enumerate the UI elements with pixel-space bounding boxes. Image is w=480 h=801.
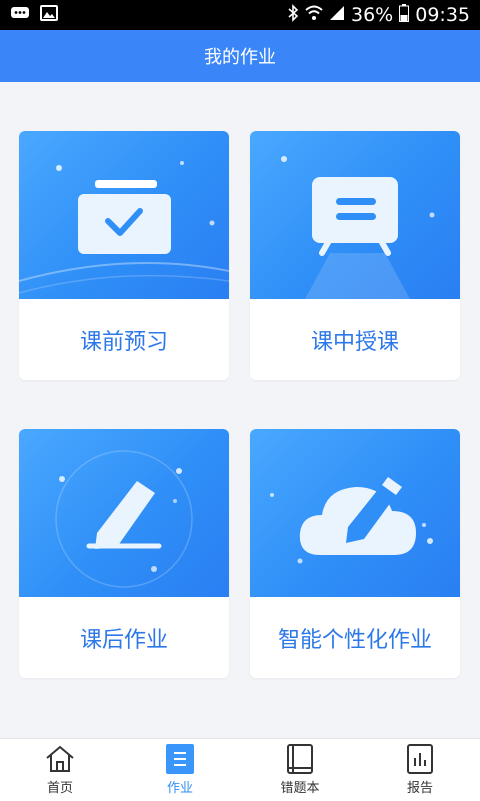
page-title: 我的作业	[204, 47, 276, 68]
card-in-class-teaching[interactable]: 课中授课	[250, 131, 460, 380]
bottom-tab-bar: 首页 作业 错题本 报告	[0, 738, 480, 801]
card-pre-class-preview[interactable]: 课前预习	[19, 131, 229, 380]
tab-homework[interactable]: 作业	[120, 739, 240, 801]
card-personalized-homework[interactable]: 智能个性化作业	[250, 429, 460, 678]
tab-label: 错题本	[280, 781, 320, 796]
tab-label: 作业	[166, 781, 193, 796]
personalized-illustration	[250, 429, 460, 597]
clock: 09:35	[415, 4, 470, 26]
signal-icon	[329, 4, 345, 26]
home-icon	[45, 744, 75, 774]
tab-home[interactable]: 首页	[0, 739, 120, 801]
image-icon	[40, 4, 58, 26]
card-label: 课中授课	[310, 329, 399, 355]
wifi-icon	[305, 4, 323, 26]
bluetooth-icon	[287, 3, 299, 27]
card-label: 课前预习	[79, 329, 168, 355]
homework-icon	[165, 744, 195, 774]
after-class-illustration	[19, 429, 229, 597]
battery-percent: 36%	[351, 4, 394, 26]
tab-mistake-book[interactable]: 错题本	[240, 739, 360, 801]
tab-report[interactable]: 报告	[360, 739, 480, 801]
report-icon	[405, 744, 435, 774]
message-icon	[10, 4, 30, 26]
card-label: 智能个性化作业	[277, 627, 432, 653]
notebook-icon	[285, 744, 315, 774]
tab-label: 首页	[46, 781, 73, 796]
status-bar: 36% 09:35	[0, 0, 480, 30]
pre-class-illustration	[19, 131, 229, 299]
tab-label: 报告	[406, 781, 433, 796]
battery-icon	[399, 3, 410, 27]
app-bar: 我的作业	[0, 30, 480, 82]
card-after-class-homework[interactable]: 课后作业	[19, 429, 229, 678]
card-label: 课后作业	[79, 627, 168, 653]
in-class-illustration	[250, 131, 460, 299]
